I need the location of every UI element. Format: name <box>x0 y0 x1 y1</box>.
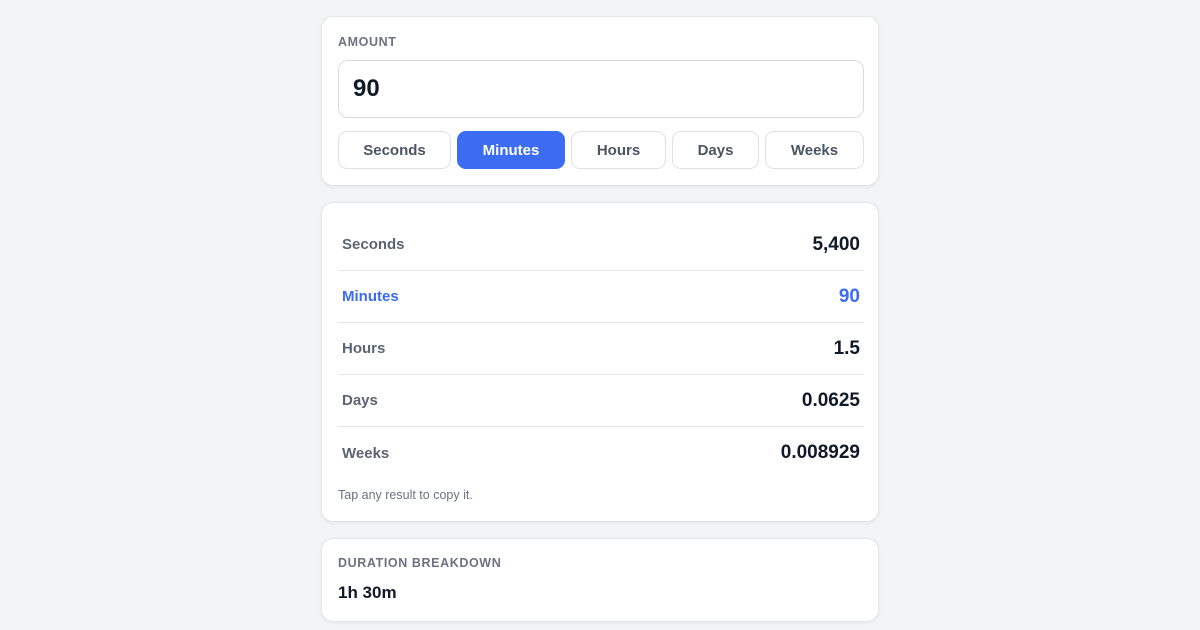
result-label: Minutes <box>342 288 399 305</box>
result-row-hours[interactable]: Hours 1.5 <box>338 323 864 375</box>
amount-input[interactable] <box>338 60 864 118</box>
unit-button-seconds[interactable]: Seconds <box>338 131 451 169</box>
copy-hint: Tap any result to copy it. <box>338 488 473 502</box>
unit-button-days[interactable]: Days <box>672 131 759 169</box>
result-value: 0.0625 <box>801 389 860 411</box>
breakdown-value: 1h 30m <box>338 583 397 602</box>
result-value: 1.5 <box>833 337 860 359</box>
result-row-days[interactable]: Days 0.0625 <box>338 375 864 427</box>
result-value: 5,400 <box>812 233 860 255</box>
result-label: Days <box>342 392 378 409</box>
result-label: Seconds <box>342 236 405 253</box>
breakdown-card: DURATION BREAKDOWN 1h 30m <box>321 538 879 622</box>
result-label: Weeks <box>342 444 390 462</box>
breakdown-label: DURATION BREAKDOWN <box>338 556 502 570</box>
unit-button-minutes[interactable]: Minutes <box>457 131 565 169</box>
result-label: Hours <box>342 340 386 357</box>
unit-button-weeks[interactable]: Weeks <box>765 131 864 169</box>
result-row-weeks[interactable]: Weeks 0.008929 <box>338 427 864 479</box>
result-value: 90 <box>838 285 860 307</box>
amount-card: AMOUNT Seconds Minutes Hours Days Weeks <box>321 16 879 186</box>
unit-button-hours[interactable]: Hours <box>571 131 666 169</box>
result-value: 0.008929 <box>780 442 860 463</box>
result-row-seconds[interactable]: Seconds 5,400 <box>338 219 864 271</box>
result-row-minutes[interactable]: Minutes 90 <box>338 271 864 323</box>
amount-label: AMOUNT <box>338 35 397 49</box>
results-card: Seconds 5,400 Minutes 90 Hours 1.5 Days … <box>321 202 879 522</box>
